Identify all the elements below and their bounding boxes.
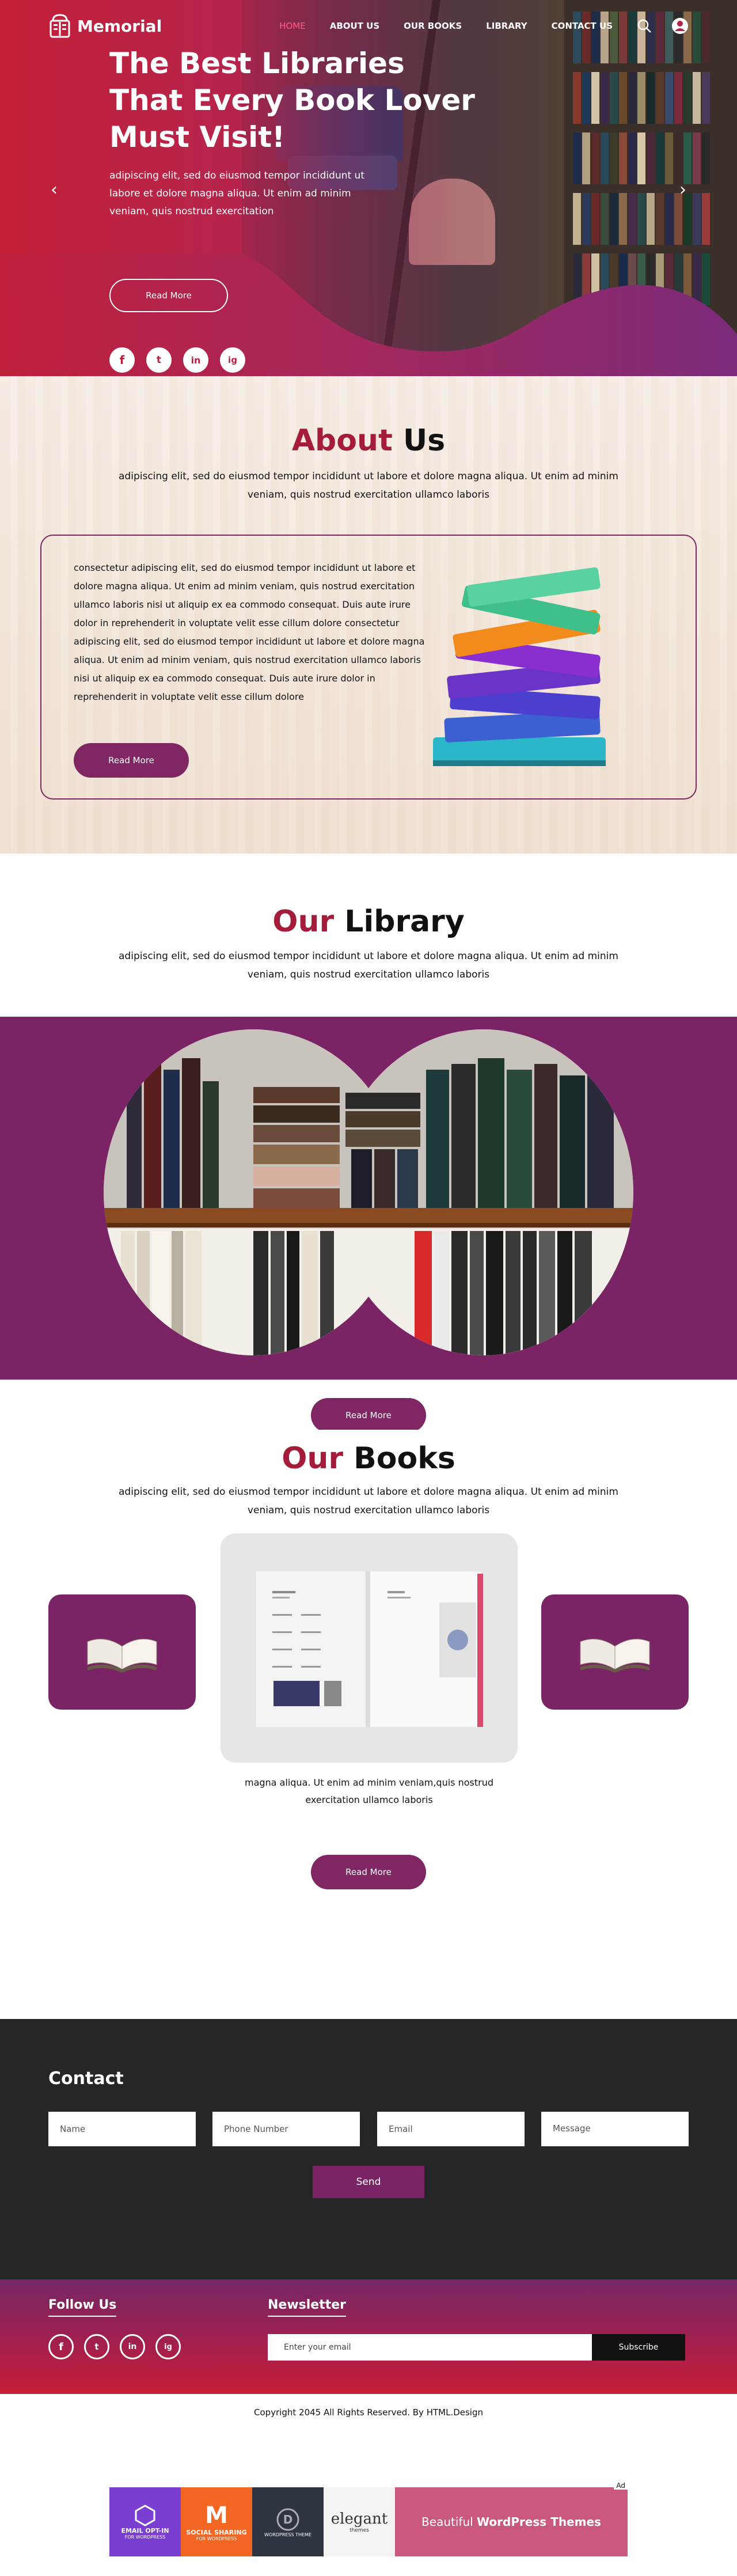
nav-icon-group [637,17,689,35]
ad-tile-subtitle: FOR WORDPRESS [196,2536,237,2541]
twitter-icon[interactable]: t [84,2334,109,2359]
footer-section: Follow Us f t in ig Newsletter Enter you… [0,2279,737,2394]
ad-headline: Beautiful WordPress Themes [395,2487,628,2556]
open-book-icon [580,1639,650,1673]
facebook-icon[interactable]: f [109,347,135,373]
m-logo-icon: M [205,2502,228,2529]
slider-prev-icon[interactable]: ‹ [51,180,58,200]
ad-headline-prefix: Beautiful [421,2515,477,2529]
divi-logo-icon: D [276,2508,299,2530]
book-stack-image [433,567,606,766]
newsletter-email-input[interactable]: Enter your email [268,2334,592,2361]
ad-tile-title: EMAIL OPT-IN [121,2527,169,2535]
hero-social-links: f t in ig [109,347,245,373]
hero-description: adipiscing elit, sed do eiusmod tempor i… [109,170,364,217]
books-description: adipiscing elit, sed do eiusmod tempor i… [119,1486,618,1516]
about-card: consectetur adipiscing elit, sed do eius… [40,535,697,800]
ad-tile-subtitle: themes [349,2528,369,2533]
email-field[interactable]: Email [377,2112,525,2146]
linkedin-icon[interactable]: in [183,347,208,373]
books-title: Our Books [0,1441,737,1476]
about-title: About Us [0,423,737,458]
book-card-left[interactable] [48,1594,196,1710]
hero-title: The Best Libraries That Every Book Lover… [109,47,475,154]
slider-next-icon[interactable]: › [679,180,686,200]
nav-our-books[interactable]: OUR BOOKS [404,21,462,31]
phone-field[interactable]: Phone Number [212,2112,360,2146]
hero-section: Memorial HOME ABOUT US OUR BOOKS LIBRARY… [0,0,737,376]
hero-read-more-button[interactable]: Read More [109,279,228,312]
about-title-highlight: About [291,423,393,458]
books-section: Our Books adipiscing elit, sed do eiusmo… [0,1430,737,2019]
ad-headline-bold: WordPress Themes [477,2515,601,2529]
about-read-more-button[interactable]: Read More [74,743,189,778]
contact-section: Contact Name Phone Number Email Message … [0,2019,737,2279]
copyright-text: Copyright 2045 All Rights Reserved. By H… [253,2407,484,2418]
main-menu: HOME ABOUT US OUR BOOKS LIBRARY CONTACT … [279,21,613,31]
books-title-rest: Books [343,1441,455,1476]
ad-tile-elegant-themes: elegant themes [324,2487,395,2556]
contact-title: Contact [48,2069,124,2089]
ad-tile-wordpress-theme: D WORDPRESS THEME [252,2487,324,2556]
newsletter-title: Newsletter [268,2298,347,2317]
about-section: About Us adipiscing elit, sed do eiusmod… [0,376,737,854]
library-section: Our Library adipiscing elit, sed do eius… [0,854,737,1433]
nav-library[interactable]: LIBRARY [486,21,527,31]
ad-tile-title: elegant [330,2510,388,2528]
top-navigation: Memorial HOME ABOUT US OUR BOOKS LIBRARY… [0,0,737,52]
book-card-featured[interactable] [221,1533,518,1763]
open-magazine-image [256,1571,483,1727]
instagram-icon[interactable]: ig [155,2334,181,2359]
ad-banner[interactable]: Ad EMAIL OPT-IN FOR WORDPRESS M SOCIAL S… [109,2482,628,2556]
books-caption: magna aliqua. Ut enim ad minim veniam,qu… [244,1777,493,1805]
nav-about-us[interactable]: ABOUT US [330,21,379,31]
book-logo-icon [50,14,70,38]
footer-social-links: f t in ig [48,2334,181,2359]
linkedin-icon[interactable]: in [120,2334,145,2359]
books-read-more-button[interactable]: Read More [311,1855,426,1889]
hexagon-icon [135,2505,155,2526]
ad-tile-title: WORDPRESS THEME [264,2532,311,2537]
ad-tile-email-optin: EMAIL OPT-IN FOR WORDPRESS [109,2487,181,2556]
library-title-highlight: Our [272,904,335,939]
ad-tile-social-sharing: M SOCIAL SHARING FOR WORDPRESS [181,2487,252,2556]
nav-contact-us[interactable]: CONTACT US [552,21,613,31]
send-button[interactable]: Send [313,2166,424,2198]
instagram-icon[interactable]: ig [220,347,245,373]
message-field[interactable]: Message [541,2112,689,2146]
open-book-icon [87,1639,157,1673]
library-description: adipiscing elit, sed do eiusmod tempor i… [119,950,618,980]
svg-text:D: D [283,2513,293,2526]
ad-tile-subtitle: FOR WORDPRESS [124,2535,166,2540]
nav-home[interactable]: HOME [279,21,306,31]
library-bookshelf-image [104,1029,633,1355]
ad-tile-title: SOCIAL SHARING [186,2529,247,2536]
library-read-more-button[interactable]: Read More [311,1398,426,1433]
ad-label: Ad [614,2482,628,2490]
library-title-rest: Library [334,904,465,939]
brand-name: Memorial [77,16,162,36]
facebook-icon[interactable]: f [48,2334,74,2359]
user-icon[interactable] [671,17,689,35]
subscribe-button[interactable]: Subscribe [592,2334,685,2361]
about-card-text: consectetur adipiscing elit, sed do eius… [74,562,425,702]
follow-us-title: Follow Us [48,2298,117,2317]
name-field[interactable]: Name [48,2112,196,2146]
search-icon[interactable] [637,18,652,33]
about-title-rest: Us [392,423,446,458]
books-title-highlight: Our [282,1441,344,1476]
twitter-icon[interactable]: t [146,347,172,373]
book-card-right[interactable] [541,1594,689,1710]
ad-area: Ad EMAIL OPT-IN FOR WORDPRESS M SOCIAL S… [0,2431,737,2576]
library-title: Our Library [0,904,737,939]
hero-content: The Best Libraries That Every Book Lover… [109,45,478,221]
brand-logo[interactable]: Memorial [48,13,162,39]
about-description: adipiscing elit, sed do eiusmod tempor i… [119,471,618,501]
